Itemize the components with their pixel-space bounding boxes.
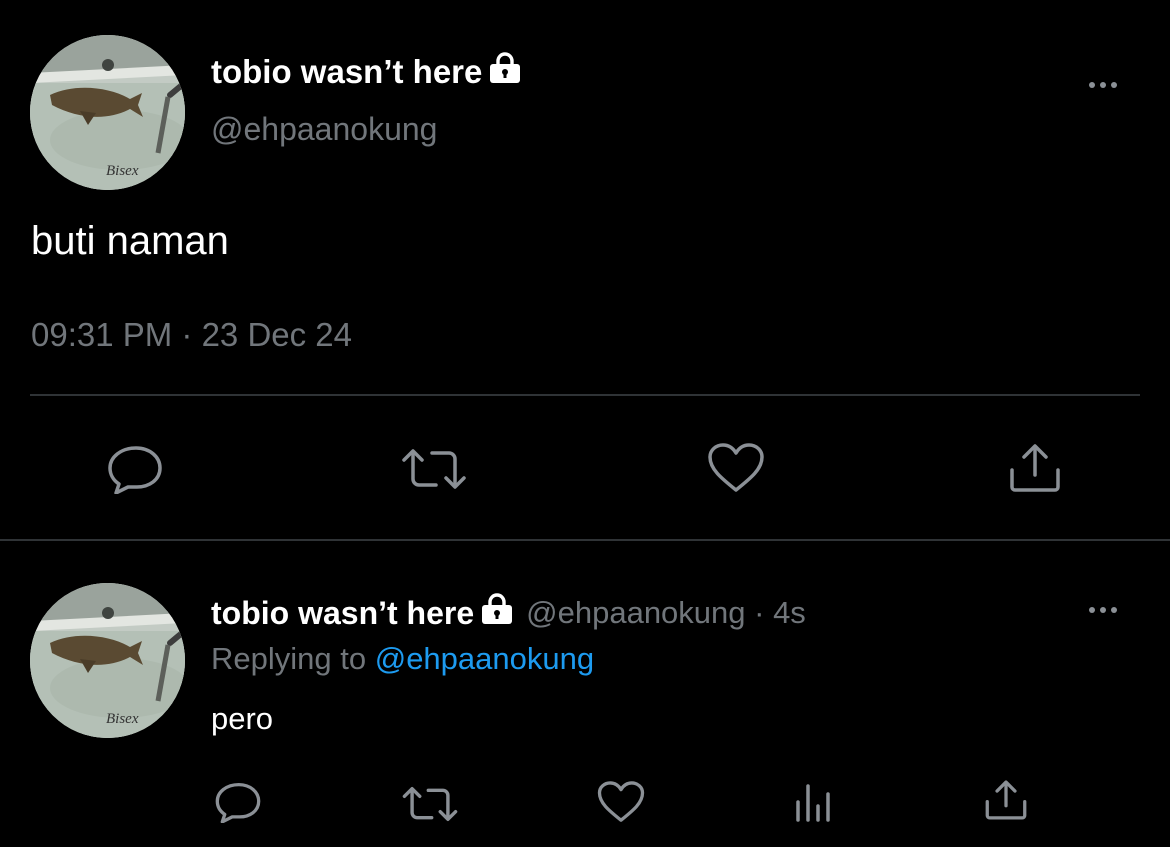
replying-to-label: Replying to	[211, 641, 367, 676]
lock-icon	[480, 593, 514, 633]
retweet-icon[interactable]	[401, 784, 459, 824]
replying-to-handle[interactable]: @ehpaanokung	[375, 641, 594, 676]
display-name[interactable]: tobio wasn’t here	[211, 52, 522, 92]
lock-icon	[488, 52, 522, 92]
handle-and-time[interactable]: @ehpaanokung · 4s	[526, 595, 806, 631]
reply-icon[interactable]	[214, 781, 262, 823]
avatar[interactable]: Bisex	[30, 583, 185, 738]
avatar[interactable]: Bisex	[30, 35, 185, 190]
tweet-timestamp[interactable]: 09:31 PM · 23 Dec 24	[31, 316, 352, 354]
like-icon[interactable]	[597, 780, 645, 824]
section-divider	[0, 539, 1170, 541]
divider	[30, 394, 1140, 396]
share-icon[interactable]	[1008, 443, 1062, 493]
replying-to: Replying to @ehpaanokung	[211, 641, 594, 677]
avatar-caption: Bisex	[106, 711, 139, 727]
retweet-icon[interactable]	[400, 446, 468, 492]
display-name-text: tobio wasn’t here	[211, 53, 483, 90]
display-name[interactable]: tobio wasn’t here	[211, 593, 514, 633]
avatar-caption: Bisex	[106, 163, 139, 179]
like-icon[interactable]	[707, 442, 765, 494]
reply-icon[interactable]	[106, 444, 164, 494]
reply-header: tobio wasn’t here @ehpaanokung · 4s	[211, 593, 806, 633]
tweet-text: buti naman	[31, 219, 229, 263]
handle[interactable]: @ehpaanokung	[211, 111, 437, 148]
more-options-icon[interactable]	[1089, 607, 1117, 613]
analytics-icon[interactable]	[794, 780, 834, 824]
share-icon[interactable]	[984, 779, 1028, 821]
display-name-text: tobio wasn’t here	[211, 594, 475, 631]
more-options-icon[interactable]	[1089, 82, 1117, 88]
tweet-text: pero	[211, 701, 274, 736]
